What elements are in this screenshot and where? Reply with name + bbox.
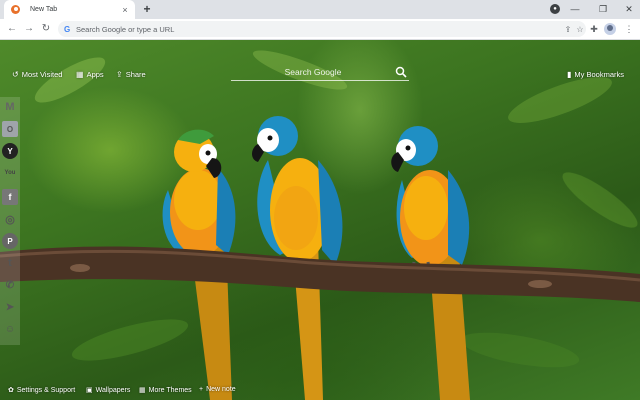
share-icon: ⇪ (116, 70, 123, 79)
google-icon: G (64, 24, 71, 34)
themes-grid-icon: ▦ (139, 387, 146, 394)
reddit-icon[interactable]: ☺ (2, 321, 18, 337)
bookmark-star-icon[interactable]: ☆ (574, 25, 586, 34)
address-bar-placeholder[interactable]: Search Google or type a URL (76, 25, 562, 34)
apps-link[interactable]: ▦ Apps (76, 70, 104, 79)
quick-links-sidebar: M O Y You f ◎ P t ✆ ➤ ☺ (0, 97, 20, 345)
wallpapers-label: Wallpapers (95, 386, 131, 394)
share-label: Share (125, 70, 146, 79)
twitter-icon[interactable]: t (2, 255, 18, 271)
pinterest-icon[interactable]: P (2, 233, 18, 249)
incognito-profile-icon[interactable]: ● (550, 4, 560, 14)
settings-support-link[interactable]: ✿ Settings & Support (8, 386, 76, 395)
search-icon[interactable] (395, 66, 407, 78)
most-visited-label: Most Visited (21, 70, 63, 79)
extensions-icon[interactable]: ✚ (587, 22, 601, 36)
yahoo-icon[interactable]: Y (2, 143, 18, 159)
tab-title: New Tab (30, 6, 58, 13)
more-themes-label: More Themes (148, 386, 192, 394)
new-note-label: New note (206, 386, 236, 393)
apps-grid-icon: ▦ (76, 70, 84, 79)
telegram-icon[interactable]: ➤ (2, 299, 18, 315)
address-bar[interactable]: G Search Google or type a URL ⇪ ☆ (58, 21, 586, 37)
bookmark-icon: ▮ (567, 70, 572, 79)
maximize-button[interactable]: ❐ (596, 2, 610, 16)
reload-button[interactable]: ↻ (39, 22, 53, 36)
settings-support-label: Settings & Support (16, 386, 76, 394)
share-page-icon[interactable]: ⇪ (562, 25, 574, 34)
settings-icon: ✿ (8, 387, 14, 394)
forward-button[interactable]: → (22, 22, 36, 36)
tab-favicon-icon (11, 5, 20, 14)
close-window-button[interactable]: ✕ (622, 2, 636, 16)
browser-toolbar: ← → ↻ G Search Google or type a URL ⇪ ☆ … (0, 19, 640, 40)
minimize-button[interactable]: — (568, 2, 582, 16)
facebook-icon[interactable]: f (2, 189, 18, 205)
wallpaper-image (0, 40, 640, 400)
tab-strip: New Tab × + ● — ❐ ✕ (0, 0, 640, 19)
apps-label: Apps (86, 70, 104, 79)
back-button[interactable]: ← (5, 22, 19, 36)
plus-icon: + (199, 386, 204, 393)
tab-close-icon[interactable]: × (120, 5, 130, 15)
tab-new-tab[interactable]: New Tab × (4, 0, 135, 19)
new-note-link[interactable]: + New note (199, 386, 236, 393)
wallpapers-link[interactable]: ▣ Wallpapers (86, 386, 131, 395)
google-search-input[interactable] (231, 63, 391, 80)
my-bookmarks-label: My Bookmarks (574, 70, 624, 79)
history-icon: ↺ (12, 70, 19, 79)
most-visited-link[interactable]: ↺ Most Visited (12, 70, 62, 79)
google-search-box (231, 63, 409, 81)
profile-avatar[interactable] (604, 23, 616, 35)
instagram-icon[interactable]: ◎ (2, 211, 18, 227)
more-themes-link[interactable]: ▦ More Themes (139, 386, 192, 395)
image-icon: ▣ (86, 387, 93, 394)
whatsapp-icon[interactable]: ✆ (2, 277, 18, 293)
share-link[interactable]: ⇪ Share (116, 70, 146, 79)
gmail-icon[interactable]: M (2, 99, 18, 115)
new-tab-button[interactable]: + (140, 2, 154, 16)
youtube-icon[interactable]: You (1, 165, 19, 181)
my-bookmarks-link[interactable]: ▮ My Bookmarks (567, 70, 624, 79)
outlook-icon[interactable]: O (2, 121, 18, 137)
browser-menu-icon[interactable]: ⋮ (622, 22, 636, 36)
macaws-illustration (0, 50, 640, 400)
